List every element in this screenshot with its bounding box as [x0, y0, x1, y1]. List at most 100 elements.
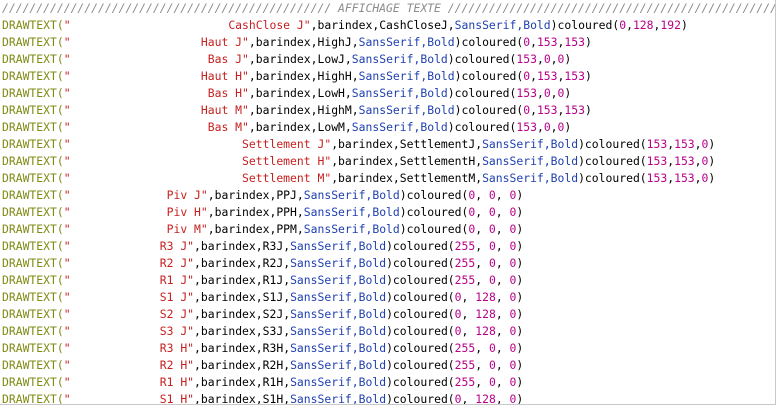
- number-token: 153: [646, 137, 668, 151]
- font-token: SansSerif,Bold: [290, 256, 387, 270]
- string-token: " Settlement J": [63, 137, 332, 151]
- string-token: " S1 H": [63, 392, 195, 405]
- string-token: " R3 H": [63, 341, 195, 355]
- code-line: DRAWTEXT(" R3 J",barindex,R3J,SansSerif,…: [2, 238, 523, 255]
- font-token: SansSerif,Bold: [290, 290, 387, 304]
- comma-token: ,: [495, 256, 503, 270]
- string-token: " R1 H": [63, 375, 195, 389]
- coloured-token: )coloured(: [386, 375, 455, 389]
- keyword-token: DRAWTEXT(: [2, 290, 64, 304]
- number-token: 153: [564, 103, 585, 117]
- paren-token: ): [708, 171, 716, 185]
- argument-token: ,barindex,PPM,: [207, 222, 304, 236]
- number-token: 153: [564, 35, 585, 49]
- number-token: 128: [468, 324, 496, 338]
- number-token: 255: [454, 256, 476, 270]
- coloured-token: )coloured(: [386, 324, 455, 338]
- string-token: " S1 J": [63, 290, 195, 304]
- number-token: 153: [646, 171, 668, 185]
- number-token: 255: [454, 341, 476, 355]
- font-token: SansSerif,Bold: [358, 35, 455, 49]
- paren-token: ): [516, 307, 524, 321]
- argument-token: ,barindex,HighM,: [248, 103, 359, 117]
- number-token: 0: [543, 52, 551, 66]
- string-token: " R2 H": [63, 358, 195, 372]
- string-token: " Haut M": [63, 103, 249, 117]
- number-token: 128: [468, 307, 496, 321]
- keyword-token: DRAWTEXT(: [2, 35, 64, 49]
- coloured-token: )coloured(: [386, 273, 455, 287]
- font-token: SansSerif,Bold: [351, 120, 448, 134]
- coloured-token: )coloured(: [578, 154, 647, 168]
- argument-token: ,barindex,PPH,: [207, 205, 304, 219]
- number-token: 0: [502, 205, 517, 219]
- code-line: DRAWTEXT(" Bas H",barindex,LowH,SansSeri…: [2, 85, 571, 102]
- paren-token: ): [516, 188, 524, 202]
- coloured-token: )coloured(: [386, 307, 455, 321]
- string-token: " R3 J": [63, 239, 195, 253]
- argument-token: ,barindex,LowJ,: [248, 52, 352, 66]
- keyword-token: DRAWTEXT(: [2, 324, 64, 338]
- keyword-token: DRAWTEXT(: [2, 273, 64, 287]
- number-token: 153: [564, 69, 585, 83]
- coloured-token: )coloured(: [447, 86, 517, 100]
- font-token: SansSerif,Bold: [303, 188, 400, 202]
- number-token: 0: [502, 341, 517, 355]
- keyword-token: DRAWTEXT(: [2, 239, 64, 253]
- number-token: 128: [632, 18, 654, 32]
- code-editor[interactable]: ////////////////////////////////////////…: [0, 0, 776, 405]
- string-token: " S2 J": [63, 307, 195, 321]
- argument-token: ,barindex,LowH,: [248, 86, 352, 100]
- coloured-token: )coloured(: [578, 137, 647, 151]
- number-token: 0: [482, 341, 496, 355]
- argument-token: ,barindex,R1H,: [194, 375, 291, 389]
- paren-token: ): [584, 69, 592, 83]
- code-line: DRAWTEXT(" Haut M",barindex,HighM,SansSe…: [2, 102, 592, 119]
- coloured-token: )coloured(: [399, 222, 469, 236]
- number-token: 128: [468, 290, 496, 304]
- number-token: 0: [454, 307, 462, 321]
- string-token: " Bas J": [63, 52, 249, 66]
- string-token: " Piv J": [63, 188, 208, 202]
- number-token: 0: [482, 358, 496, 372]
- argument-token: ,barindex,PPJ,: [207, 188, 304, 202]
- number-token: 153: [536, 69, 558, 83]
- comma-token: ,: [495, 358, 503, 372]
- keyword-token: DRAWTEXT(: [2, 171, 64, 185]
- number-token: 153: [536, 35, 558, 49]
- font-token: SansSerif,Bold: [290, 324, 387, 338]
- keyword-token: DRAWTEXT(: [2, 392, 64, 405]
- number-token: 0: [454, 392, 462, 405]
- keyword-token: DRAWTEXT(: [2, 137, 64, 151]
- number-token: 153: [536, 103, 558, 117]
- comma-token: ,: [530, 103, 537, 117]
- number-token: 0: [482, 188, 496, 202]
- font-token: SansSerif,Bold: [290, 273, 387, 287]
- number-token: 0: [454, 324, 462, 338]
- argument-token: ,barindex,HighH,: [248, 69, 359, 83]
- font-token: SansSerif,Bold: [303, 205, 400, 219]
- number-token: 192: [660, 18, 681, 32]
- string-token: " Bas M": [63, 120, 249, 134]
- keyword-token: DRAWTEXT(: [2, 375, 64, 389]
- number-token: 0: [502, 222, 517, 236]
- coloured-token: )coloured(: [386, 358, 455, 372]
- code-line: DRAWTEXT(" S2 J",barindex,S2J,SansSerif,…: [2, 306, 523, 323]
- comma-token: ,: [495, 375, 503, 389]
- paren-token: ): [516, 392, 524, 405]
- code-line: DRAWTEXT(" S3 J",barindex,S3J,SansSerif,…: [2, 323, 523, 340]
- comma-token: ,: [495, 307, 503, 321]
- argument-token: ,barindex,HighJ,: [248, 35, 359, 49]
- keyword-token: DRAWTEXT(: [2, 307, 64, 321]
- font-token: SansSerif,Bold: [351, 52, 448, 66]
- argument-token: ,barindex,R3H,: [194, 341, 291, 355]
- font-token: SansSerif,Bold: [290, 341, 387, 355]
- font-token: SansSerif,Bold: [482, 154, 579, 168]
- number-token: 0: [502, 392, 517, 405]
- number-token: 0: [482, 239, 496, 253]
- string-token: " Bas H": [63, 86, 249, 100]
- code-line: DRAWTEXT(" R1 H",barindex,R1H,SansSerif,…: [2, 374, 523, 391]
- comma-token: ,: [536, 86, 544, 100]
- number-token: 0: [482, 375, 496, 389]
- font-token: SansSerif,Bold: [351, 86, 448, 100]
